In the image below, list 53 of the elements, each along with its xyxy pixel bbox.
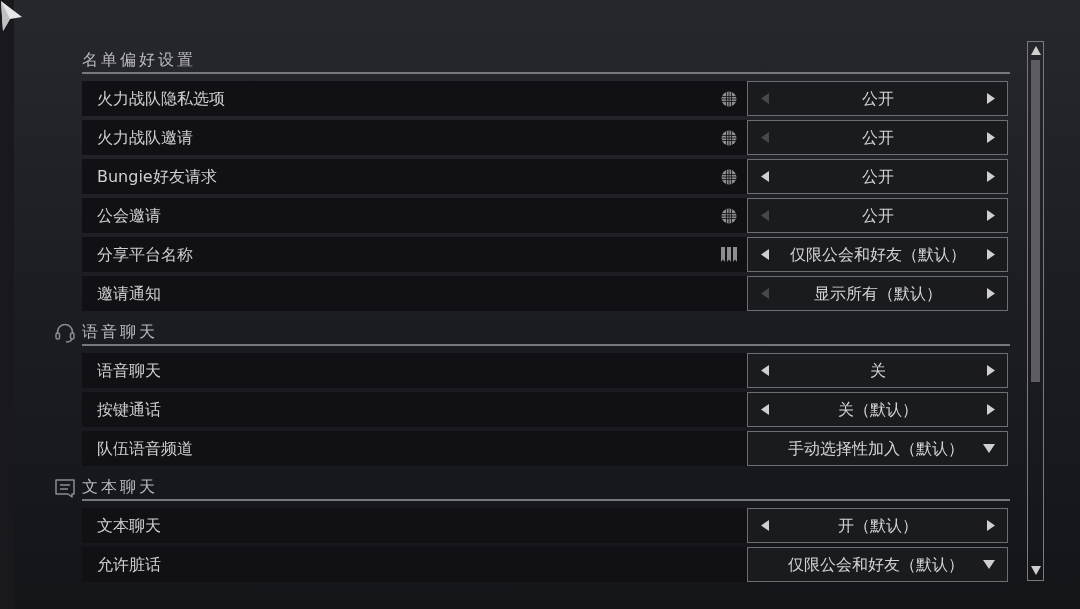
caret-icon[interactable] [983,444,995,453]
option-selector[interactable]: 公开 [747,120,1008,155]
scrollbar-thumb[interactable] [1031,60,1040,382]
right-arrow-icon[interactable] [987,288,995,299]
section-title: 文本聊天 [82,475,1010,501]
setting-label: 文本聊天 [97,514,161,537]
setting-label: 按键通话 [97,398,161,421]
option-selector[interactable]: 公开 [747,81,1008,116]
setting-label: Bungie好友请求 [97,165,217,188]
left-arrow-icon[interactable] [761,520,769,531]
setting-label: 火力战队隐私选项 [97,87,225,110]
globe-icon [721,168,737,185]
option-selector[interactable]: 开（默认） [747,508,1008,543]
setting-label: 公会邀请 [97,204,161,227]
right-arrow-icon[interactable] [987,249,995,260]
option-selector[interactable]: 关 [747,353,1008,388]
setting-label: 允许脏话 [97,553,161,576]
right-arrow-icon[interactable] [987,520,995,531]
right-arrow-icon[interactable] [987,404,995,415]
headset-icon [55,323,75,343]
left-arrow-icon[interactable] [761,404,769,415]
option-dropdown[interactable]: 仅限公会和好友（默认） [747,547,1008,582]
right-arrow-icon[interactable] [987,132,995,143]
setting-label: 语音聊天 [97,359,161,382]
right-arrow-icon[interactable] [987,93,995,104]
cursor-icon [0,0,23,32]
option-selector[interactable]: 公开 [747,198,1008,233]
option-selector[interactable]: 仅限公会和好友（默认） [747,237,1008,272]
caret-icon[interactable] [983,560,995,569]
up-arrow-icon[interactable] [1030,46,1041,55]
left-arrow-icon[interactable] [761,171,769,182]
chat-icon [55,479,75,498]
left-arrow-icon[interactable] [761,365,769,376]
option-selector[interactable]: 公开 [747,159,1008,194]
globe-icon [721,207,737,224]
down-arrow-icon[interactable] [1030,566,1041,575]
right-arrow-icon[interactable] [987,365,995,376]
section-title: 名单偏好设置 [82,48,1010,74]
option-dropdown[interactable]: 手动选择性加入（默认） [747,431,1008,466]
setting-label: 分享平台名称 [97,243,193,266]
section-title: 语音聊天 [82,320,1010,346]
bookmarks-icon [721,247,737,262]
right-arrow-icon[interactable] [987,210,995,221]
scrollbar[interactable] [1027,41,1044,581]
globe-icon [721,90,737,107]
setting-label: 邀请通知 [97,282,161,305]
setting-label: 火力战队邀请 [97,126,193,149]
setting-label: 队伍语音频道 [97,437,193,460]
right-arrow-icon[interactable] [987,171,995,182]
option-selector[interactable]: 关（默认） [747,392,1008,427]
globe-icon [721,129,737,146]
left-arrow-icon[interactable] [761,249,769,260]
option-selector[interactable]: 显示所有（默认） [747,276,1008,311]
